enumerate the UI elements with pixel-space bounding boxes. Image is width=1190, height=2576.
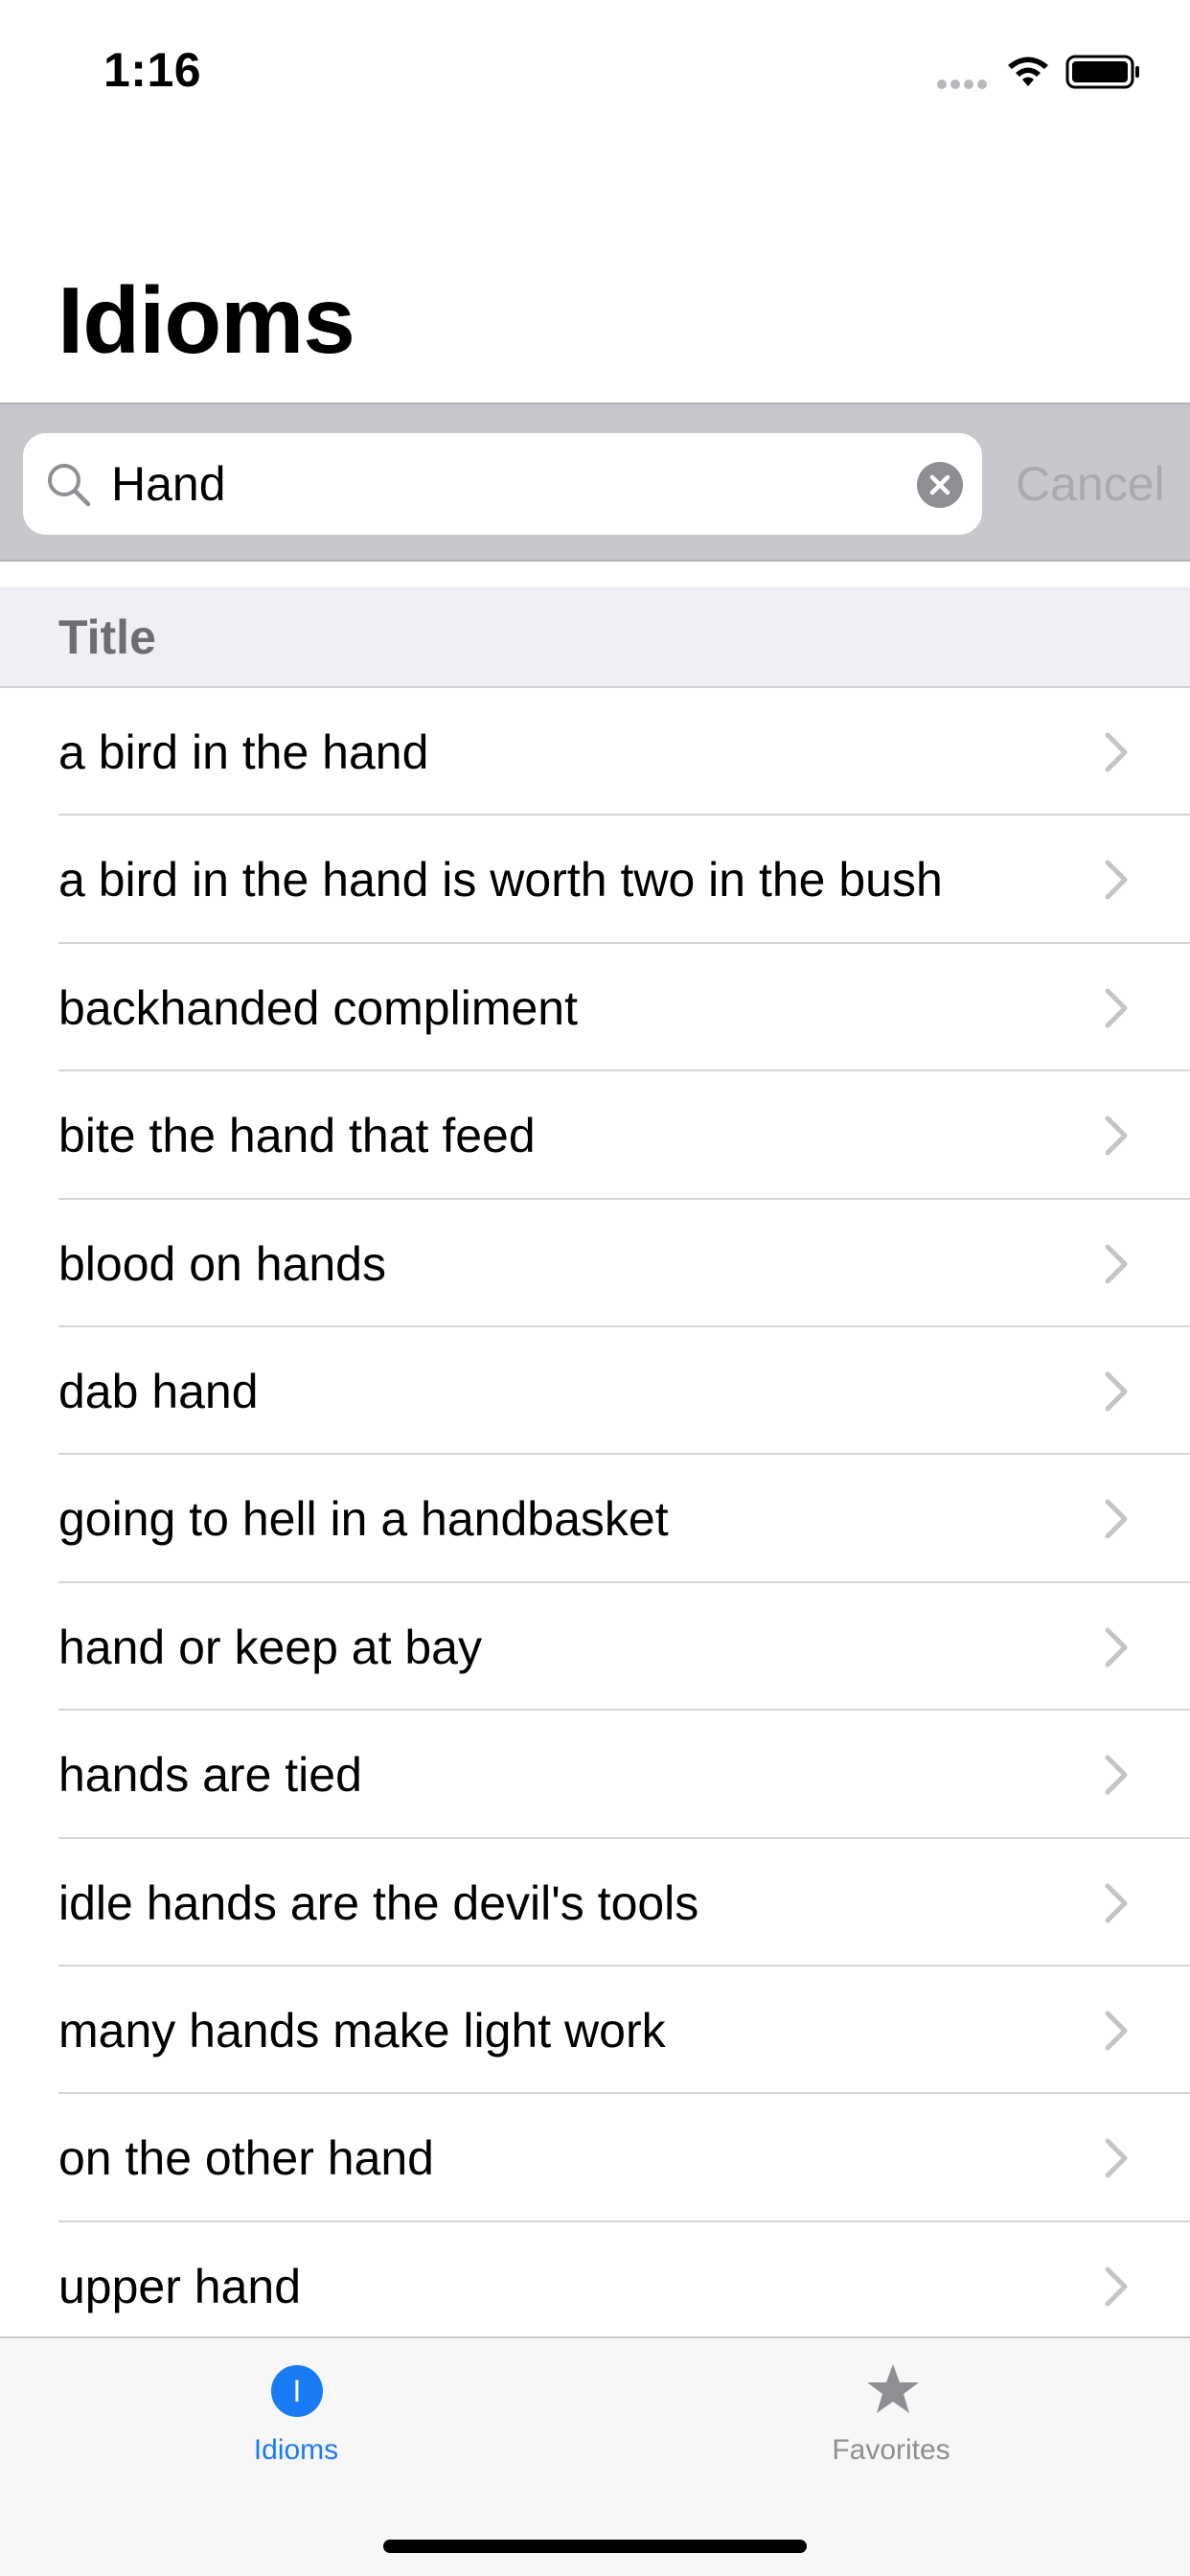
list-item[interactable]: bite the hand that feed xyxy=(0,1071,1190,1200)
star-icon xyxy=(867,2364,919,2413)
list-item[interactable]: blood on hands xyxy=(0,1199,1190,1327)
list-item[interactable]: idle hands are the devil's tools xyxy=(0,1838,1190,1966)
cancel-button[interactable]: Cancel xyxy=(1016,456,1165,512)
tab-bar: I Idioms Favorites xyxy=(0,2336,1190,2576)
section-title: Title xyxy=(58,610,156,664)
tab-label: Idioms xyxy=(253,2434,339,2466)
chevron-right-icon xyxy=(1105,1499,1128,1539)
chevron-right-icon xyxy=(1105,988,1128,1028)
page-title: Idioms xyxy=(57,267,355,373)
chevron-right-icon xyxy=(1105,1371,1128,1412)
cellular-signal-icon xyxy=(937,77,993,89)
list-item-label: a bird in the hand xyxy=(58,725,429,779)
wifi-icon xyxy=(1008,57,1048,86)
tab-favorites[interactable]: Favorites xyxy=(747,2361,1035,2505)
idioms-screen: 1:16 Idioms Hand Cancel Title a bird in … xyxy=(0,0,1190,2576)
list-item-label: idle hands are the devil's tools xyxy=(58,1875,699,1930)
search-icon xyxy=(48,464,91,507)
list-item-label: hand or keep at bay xyxy=(58,1620,482,1674)
list-item-label: backhanded compliment xyxy=(58,980,578,1035)
search-bar: Hand Cancel xyxy=(0,402,1190,562)
list-item[interactable]: a bird in the hand is worth two in the b… xyxy=(0,816,1190,944)
chevron-right-icon xyxy=(1105,732,1128,772)
status-time: 1:16 xyxy=(103,43,202,97)
idiom-list: a bird in the hand a bird in the hand is… xyxy=(0,688,1190,2351)
list-item-label: dab hand xyxy=(58,1364,259,1418)
chevron-right-icon xyxy=(1105,860,1128,900)
list-item[interactable]: upper hand xyxy=(0,2221,1190,2351)
section-header: Title xyxy=(0,586,1190,688)
chevron-right-icon xyxy=(1105,2011,1128,2051)
search-value: Hand xyxy=(111,457,226,511)
tab-label: Favorites xyxy=(832,2434,950,2466)
list-item[interactable]: backhanded compliment xyxy=(0,943,1190,1072)
list-item[interactable]: dab hand xyxy=(0,1326,1190,1456)
list-item[interactable]: hands are tied xyxy=(0,1711,1190,1839)
list-item-label: bite the hand that feed xyxy=(58,1109,536,1163)
list-item-label: blood on hands xyxy=(58,1236,386,1291)
list-item[interactable]: hand or keep at bay xyxy=(0,1582,1190,1712)
list-item[interactable]: going to hell in a handbasket xyxy=(0,1455,1190,1583)
list-item-label: upper hand xyxy=(58,2259,302,2313)
clear-icon[interactable] xyxy=(916,461,964,509)
chevron-right-icon xyxy=(1105,2138,1128,2178)
chevron-right-icon xyxy=(1105,2266,1128,2307)
home-indicator[interactable] xyxy=(383,2540,807,2553)
list-item-label: a bird in the hand is worth two in the b… xyxy=(58,853,943,908)
idioms-icon: I xyxy=(271,2365,323,2417)
list-item-label: many hands make light work xyxy=(58,2003,666,2058)
tab-idioms[interactable]: I Idioms xyxy=(152,2361,440,2505)
list-item[interactable]: many hands make light work xyxy=(0,1966,1190,2095)
list-item[interactable]: on the other hand xyxy=(0,2094,1190,2222)
status-bar: 1:16 xyxy=(0,0,1190,134)
battery-icon xyxy=(1065,55,1139,89)
list-item-label: going to hell in a handbasket xyxy=(58,1492,669,1547)
chevron-right-icon xyxy=(1105,1755,1128,1795)
chevron-right-icon xyxy=(1105,1244,1128,1284)
chevron-right-icon xyxy=(1105,1627,1128,1668)
list-item-label: on the other hand xyxy=(58,2131,434,2186)
list-item[interactable]: a bird in the hand xyxy=(0,688,1190,816)
chevron-right-icon xyxy=(1105,1883,1128,1923)
search-input[interactable]: Hand xyxy=(23,433,982,535)
chevron-right-icon xyxy=(1105,1116,1128,1156)
list-item-label: hands are tied xyxy=(58,1748,362,1803)
